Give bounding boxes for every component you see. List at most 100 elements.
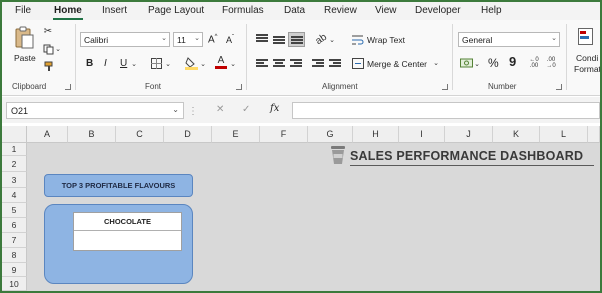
font-size-combo[interactable]: 11 ⌄ [173, 32, 203, 47]
row-header-8[interactable]: 8 [2, 248, 27, 263]
tab-help[interactable]: Help [481, 5, 502, 16]
font-name-combo[interactable]: Calibri ⌄ [80, 32, 170, 47]
enter-icon[interactable]: ✓ [242, 104, 250, 115]
merge-center-icon[interactable] [352, 57, 364, 69]
chevron-down-icon[interactable]: ⌄ [130, 59, 138, 69]
font-color-icon[interactable]: A [214, 55, 228, 70]
tab-view[interactable]: View [375, 5, 397, 16]
column-header-g[interactable]: G [308, 126, 353, 143]
number-group-label: Number [488, 82, 517, 91]
column-header-a[interactable]: A [27, 126, 68, 143]
column-header-e[interactable]: E [212, 126, 260, 143]
chevron-down-icon[interactable]: ⌄ [432, 58, 440, 68]
increase-font-label: A [208, 34, 215, 46]
increase-decimal-icon[interactable]: ←0.00 [527, 56, 541, 70]
tab-developer[interactable]: Developer [415, 5, 461, 16]
format-painter-icon[interactable] [42, 60, 54, 72]
copy-icon[interactable] [42, 43, 54, 55]
column-header-d[interactable]: D [164, 126, 212, 143]
align-bottom-icon[interactable] [288, 32, 305, 47]
underline-button[interactable]: U [120, 58, 127, 69]
select-all-corner[interactable] [2, 126, 27, 143]
align-right-icon[interactable] [290, 59, 302, 69]
comma-style-button[interactable]: 9 [509, 54, 516, 69]
cut-icon[interactable]: ✂ [42, 25, 54, 37]
number-launcher-icon[interactable] [556, 84, 562, 90]
increase-font-button[interactable]: A^ [208, 34, 218, 45]
insert-function-icon[interactable]: fx [270, 103, 279, 114]
row-header-3[interactable]: 3 [2, 172, 27, 188]
row-header-5[interactable]: 5 [2, 203, 27, 218]
row-header-9[interactable]: 9 [2, 263, 27, 277]
column-header-i[interactable]: I [399, 126, 445, 143]
clipboard-launcher-icon[interactable] [65, 84, 71, 90]
top-flavours-label[interactable]: TOP 3 PROFITABLE FLAVOURS [44, 174, 193, 197]
align-center-icon[interactable] [273, 59, 285, 69]
row-header-10[interactable]: 10 [2, 277, 27, 291]
drag-handle-icon[interactable]: ⋮ [188, 104, 198, 118]
chevron-down-icon[interactable]: ⌄ [328, 35, 336, 45]
row-header-6[interactable]: 6 [2, 218, 27, 233]
font-launcher-icon[interactable] [236, 84, 242, 90]
borders-icon[interactable] [150, 57, 163, 70]
increase-indent-icon[interactable] [329, 59, 341, 69]
column-header-f[interactable]: F [260, 126, 308, 143]
chevron-down-icon: ⌄ [172, 105, 179, 114]
font-name-value: Calibri [84, 35, 109, 45]
chevron-down-icon[interactable]: ⌄ [229, 59, 237, 69]
chevron-down-icon: ⌄ [161, 35, 167, 42]
chevron-down-icon[interactable]: ⌄ [199, 59, 207, 69]
conditional-formatting-label-1[interactable]: Condi [576, 53, 598, 63]
italic-button[interactable]: I [104, 58, 107, 69]
group-divider [246, 24, 247, 90]
wrap-text-icon[interactable] [352, 33, 364, 45]
column-header-l[interactable]: L [540, 126, 588, 143]
decrease-indent-icon[interactable] [312, 59, 324, 69]
decrease-font-button[interactable]: Aˇ [226, 35, 234, 45]
merge-center-button[interactable]: Merge & Center [367, 59, 427, 69]
name-box[interactable]: O21 ⌄ [6, 102, 184, 119]
align-top-icon[interactable] [256, 34, 268, 44]
column-header-j[interactable]: J [445, 126, 493, 143]
formula-input[interactable] [292, 102, 600, 119]
row-header-7[interactable]: 7 [2, 233, 27, 248]
cancel-icon[interactable]: ✕ [216, 104, 224, 115]
name-box-value: O21 [11, 106, 29, 116]
row-header-4[interactable]: 4 [2, 188, 27, 203]
tab-formulas[interactable]: Formulas [222, 5, 264, 16]
tab-file[interactable]: File [15, 5, 31, 16]
conditional-formatting-icon[interactable] [578, 28, 594, 46]
currency-icon[interactable] [459, 56, 473, 70]
decrease-decimal-icon[interactable]: .00 →0 [544, 56, 558, 70]
tab-review[interactable]: Review [324, 5, 357, 16]
paste-icon[interactable] [12, 26, 36, 50]
conditional-formatting-label-2[interactable]: Format [574, 64, 600, 74]
number-format-combo[interactable]: General ⌄ [458, 32, 560, 47]
formula-controls: ✕ ✓ fx [204, 102, 290, 119]
column-header-k[interactable]: K [493, 126, 540, 143]
chevron-down-icon[interactable]: ⌄ [473, 59, 481, 69]
tab-insert[interactable]: Insert [102, 5, 127, 16]
copy-dropdown-icon[interactable]: ⌄ [54, 43, 62, 55]
tab-page-layout[interactable]: Page Layout [148, 5, 204, 16]
row-header-1[interactable]: 1 [2, 143, 27, 156]
chevron-down-icon[interactable]: ⌄ [164, 59, 172, 69]
align-left-icon[interactable] [256, 59, 268, 69]
wrap-text-button[interactable]: Wrap Text [367, 35, 405, 45]
column-header-c[interactable]: C [116, 126, 164, 143]
paste-label[interactable]: Paste [14, 53, 36, 63]
bold-button[interactable]: B [86, 58, 93, 69]
fill-color-icon[interactable] [184, 56, 198, 70]
tab-home[interactable]: Home [54, 5, 82, 16]
alignment-launcher-icon[interactable] [442, 84, 448, 90]
column-header-m[interactable] [588, 126, 600, 143]
group-divider [566, 24, 567, 90]
group-divider [452, 24, 453, 90]
column-header-h[interactable]: H [353, 126, 399, 143]
percent-button[interactable]: % [488, 56, 499, 70]
column-header-b[interactable]: B [68, 126, 116, 143]
flavour-table[interactable]: CHOCOLATE [73, 212, 182, 251]
row-header-2[interactable]: 2 [2, 156, 27, 172]
align-middle-icon[interactable] [273, 36, 285, 46]
tab-data[interactable]: Data [284, 5, 305, 16]
